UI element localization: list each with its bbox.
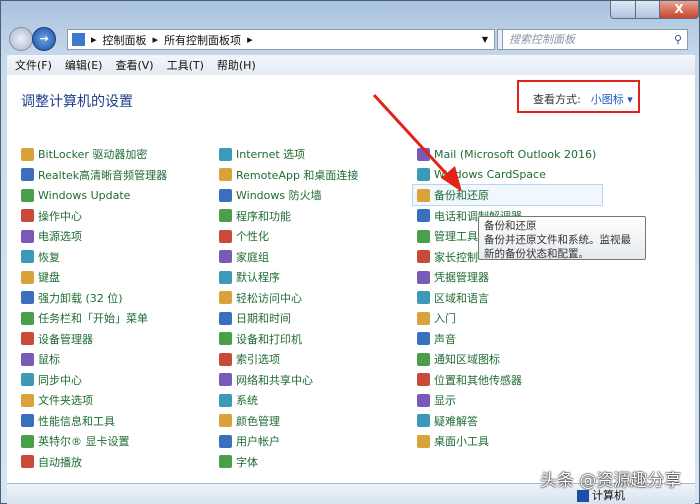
red-arrow	[372, 93, 462, 192]
watermark: 头条 @资源趣分享	[540, 471, 682, 491]
